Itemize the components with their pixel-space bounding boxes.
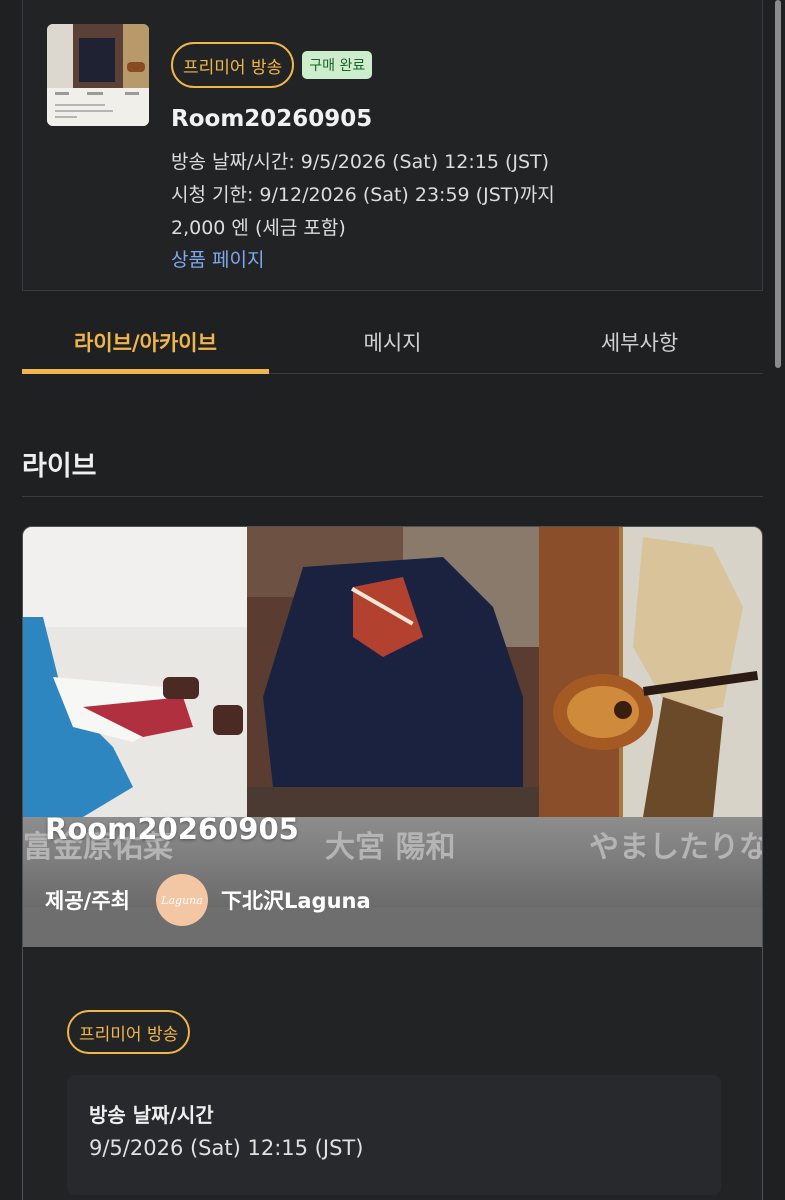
live-card[interactable]: 富金原佑菜 大宮 陽和 やましたりな Room20260905 제공/주최 La… bbox=[22, 526, 763, 1200]
product-thumbnail[interactable] bbox=[47, 24, 149, 126]
active-tab-indicator bbox=[22, 369, 269, 374]
purchased-badge: 구매 완료 bbox=[302, 51, 373, 79]
organizer-avatar[interactable]: Laguna bbox=[156, 874, 208, 926]
broadcast-info-box: 방송 날짜/시간 9/5/2026 (Sat) 12:15 (JST) bbox=[67, 1075, 721, 1195]
tab-live-archive[interactable]: 라이브/아카이브 bbox=[22, 310, 269, 374]
tab-bar: 라이브/아카이브 메시지 세부사항 bbox=[22, 310, 763, 374]
live-premiere-badge: 프리미어 방송 bbox=[67, 1010, 191, 1054]
organizer-label: 제공/주최 bbox=[45, 889, 130, 913]
scrollbar[interactable] bbox=[775, 0, 781, 368]
banner-name-3: やましたりな bbox=[589, 830, 763, 865]
live-card-title: Room20260905 bbox=[45, 812, 299, 846]
product-badges: 프리미어 방송 구매 완료 bbox=[171, 42, 373, 88]
product-price: 2,000 엔 (세금 포함) bbox=[171, 217, 346, 239]
broadcast-datetime: 방송 날짜/시간: 9/5/2026 (Sat) 12:15 (JST) bbox=[171, 151, 550, 173]
banner-name-2: 大宮 陽和 bbox=[325, 830, 455, 865]
page: 프리미어 방송 구매 완료 Room20260905 방송 날짜/시간: 9/5… bbox=[0, 0, 785, 1200]
tab-details[interactable]: 세부사항 bbox=[516, 310, 763, 374]
product-page-link[interactable]: 상품 페이지 bbox=[171, 245, 264, 272]
broadcast-info-value: 9/5/2026 (Sat) 12:15 (JST) bbox=[89, 1136, 364, 1160]
live-banner-image: 富金原佑菜 大宮 陽和 やましたりな Room20260905 제공/주최 La… bbox=[23, 527, 763, 947]
tab-message[interactable]: 메시지 bbox=[269, 310, 516, 374]
section-divider bbox=[22, 496, 763, 497]
premiere-badge: 프리미어 방송 bbox=[171, 42, 295, 88]
organizer-name[interactable]: 下北沢Laguna bbox=[221, 885, 371, 915]
section-title: 라이브 bbox=[22, 451, 97, 482]
product-card: 프리미어 방송 구매 완료 Room20260905 방송 날짜/시간: 9/5… bbox=[22, 0, 763, 291]
product-title: Room20260905 bbox=[171, 106, 373, 132]
watch-deadline: 시청 기한: 9/12/2026 (Sat) 23:59 (JST)까지 bbox=[171, 184, 555, 206]
broadcast-info-label: 방송 날짜/시간 bbox=[89, 1103, 214, 1127]
